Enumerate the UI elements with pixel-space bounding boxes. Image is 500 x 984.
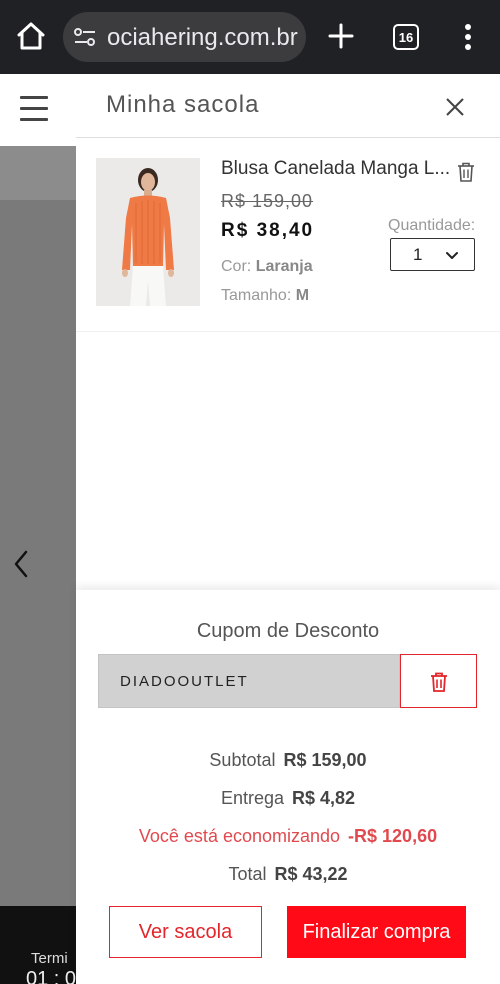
subtotal-label: Subtotal — [209, 750, 276, 770]
shipping-label: Entrega — [220, 788, 284, 808]
checkout-button[interactable]: Finalizar compra — [287, 906, 466, 958]
savings-row: Você está economizando -R$ 120,60 — [76, 826, 500, 847]
cart-drawer: Minha sacola Blusa Canelada Manga L... R… — [76, 74, 500, 984]
view-cart-button[interactable]: Ver sacola — [109, 906, 262, 958]
background-banner — [0, 146, 76, 200]
address-bar[interactable]: ociahering.com.br — [63, 12, 306, 62]
cart-item: Blusa Canelada Manga L... R$ 159,00 R$ 3… — [76, 138, 500, 332]
close-icon[interactable] — [444, 96, 466, 118]
remove-item-trash-icon[interactable] — [457, 162, 475, 182]
color-label: Cor: — [221, 258, 252, 275]
total-row: Total R$ 43,22 — [76, 864, 500, 885]
home-icon[interactable] — [14, 19, 48, 53]
new-tab-icon[interactable] — [325, 20, 357, 52]
total-value: R$ 43,22 — [274, 864, 348, 884]
product-image[interactable] — [96, 158, 200, 306]
total-label: Total — [228, 864, 267, 884]
url-text[interactable]: ociahering.com.br — [107, 24, 298, 52]
cart-title: Minha sacola — [106, 91, 260, 118]
tab-switcher-button[interactable]: 16 — [393, 24, 419, 50]
coupon-title: Cupom de Desconto — [196, 620, 380, 642]
cart-summary: Cupom de Desconto DIADOOUTLET Subtotal R$… — [76, 590, 500, 984]
subtotal-value: R$ 159,00 — [283, 750, 367, 770]
chevron-left-icon[interactable] — [10, 548, 32, 580]
chevron-down-icon — [445, 249, 459, 261]
original-price: R$ 159,00 — [221, 191, 314, 211]
sale-price: R$ 38,40 — [221, 220, 315, 241]
tab-count: 16 — [398, 29, 414, 45]
overflow-menu-icon[interactable] — [455, 22, 481, 52]
size-attribute: Tamanho: M — [221, 287, 309, 305]
countdown-label: Termi — [31, 950, 68, 967]
quantity-select[interactable]: 1 — [390, 238, 475, 271]
shipping-value: R$ 4,82 — [292, 788, 356, 808]
color-attribute: Cor: Laranja — [221, 258, 313, 276]
savings-value: -R$ 120,60 — [348, 826, 438, 846]
coupon-code: DIADOOUTLET — [120, 673, 249, 690]
background-countdown-bar: Termi 01 : 0 — [0, 906, 76, 984]
quantity-value: 1 — [413, 245, 423, 264]
site-settings-icon[interactable] — [73, 26, 97, 48]
size-label: Tamanho: — [221, 287, 292, 304]
hamburger-menu-icon[interactable] — [20, 96, 48, 122]
product-name[interactable]: Blusa Canelada Manga L... — [221, 158, 451, 180]
countdown-timer: 01 : 0 — [26, 968, 76, 984]
coupon-input[interactable]: DIADOOUTLET — [98, 654, 400, 708]
cart-header: Minha sacola — [76, 74, 500, 138]
savings-label: Você está economizando — [138, 826, 341, 846]
size-value: M — [295, 287, 310, 304]
remove-coupon-button[interactable] — [400, 654, 477, 708]
shipping-row: Entrega R$ 4,82 — [76, 788, 500, 809]
browser-toolbar: ociahering.com.br 16 — [0, 0, 500, 74]
quantity-label: Quantidade: — [388, 217, 476, 234]
subtotal-row: Subtotal R$ 159,00 — [76, 750, 500, 771]
color-value: Laranja — [255, 258, 313, 275]
trash-icon — [431, 672, 447, 692]
